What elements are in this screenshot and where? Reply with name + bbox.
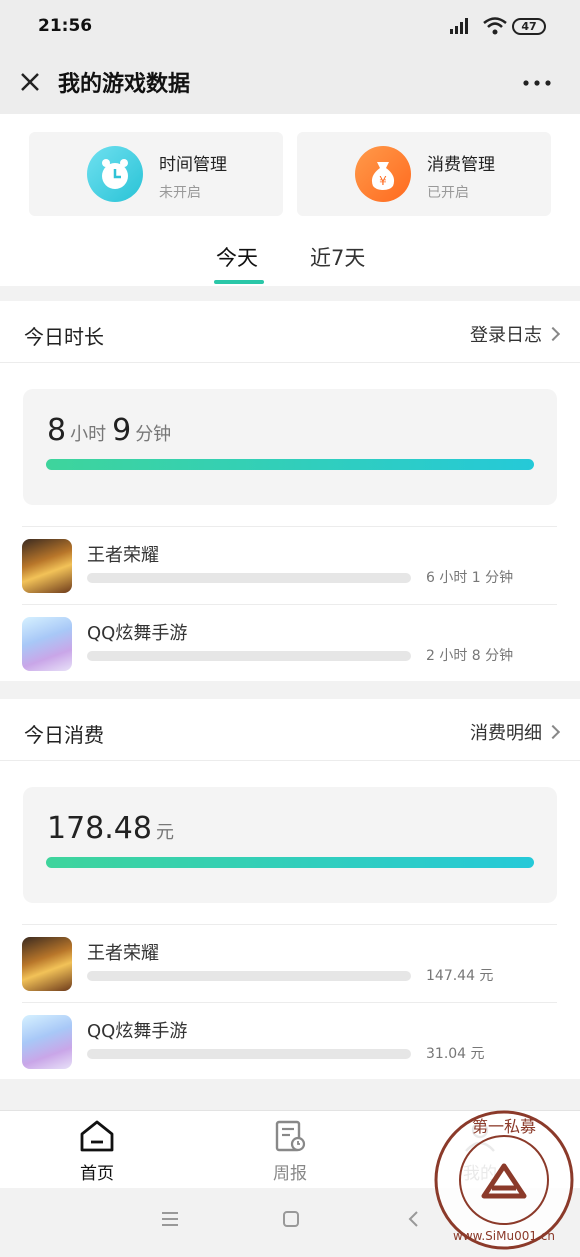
game-share-bar [87, 573, 411, 583]
profile-icon [465, 1121, 495, 1152]
active-tab-indicator [214, 280, 264, 284]
time-management-title: 时间管理 [159, 155, 227, 175]
duration-total-bar [46, 459, 534, 470]
title-bar: 我的游戏数据 [0, 56, 580, 114]
spend-unit: 元 [155, 822, 174, 843]
list-item[interactable]: QQ炫舞手游 2 小时 8 分钟 [22, 604, 557, 682]
home-button-icon[interactable] [281, 1210, 301, 1228]
time-management-status: 未开启 [159, 185, 201, 201]
spend-management-card[interactable]: ¥ 消费管理 已开启 [297, 132, 551, 216]
game-name: 王者荣耀 [87, 545, 159, 566]
home-icon [80, 1120, 114, 1152]
game-share-bar [87, 1049, 411, 1059]
honor-of-kings-app-icon [22, 539, 72, 593]
list-item[interactable]: QQ炫舞手游 31.04 元 [22, 1002, 557, 1080]
tab-weekly-report-label: 周报 [273, 1164, 307, 1184]
spend-management-status: 已开启 [427, 185, 469, 201]
tab-weekly-report[interactable]: 周报 [250, 1119, 330, 1184]
game-name: 王者荣耀 [87, 943, 159, 964]
duration-hours-unit: 小时 [70, 424, 107, 445]
bottom-tab-bar: 首页 周报 我的 [0, 1110, 580, 1188]
spend-details-label: 消费明细 [470, 723, 542, 744]
tab-mine[interactable]: 我的 [440, 1119, 520, 1184]
qq-dance-app-icon [22, 1015, 72, 1069]
duration-minutes: 9 [112, 413, 132, 448]
wifi-icon [483, 17, 507, 35]
management-cards: 时间管理 未开启 ¥ 消费管理 已开启 [0, 114, 580, 234]
tab-mine-label: 我的 [463, 1164, 497, 1184]
game-spend: 147.44 元 [426, 968, 494, 984]
status-time: 21:56 [38, 16, 93, 36]
menu-icon[interactable] [160, 1210, 180, 1228]
game-duration: 2 小时 8 分钟 [426, 648, 514, 664]
duration-section-title: 今日时长 [24, 325, 104, 349]
battery-indicator: 47 [512, 18, 546, 35]
game-share-bar [87, 971, 411, 981]
list-item[interactable]: 王者荣耀 6 小时 1 分钟 [22, 526, 557, 604]
game-duration: 6 小时 1 分钟 [426, 570, 514, 586]
more-options-icon[interactable] [522, 78, 552, 88]
chevron-right-icon [545, 724, 561, 740]
game-name: QQ炫舞手游 [87, 623, 188, 644]
alarm-clock-icon [87, 146, 143, 202]
today-spend-section: 今日消费 消费明细 178.48 元 王者荣耀 147.44 元 QQ炫舞手游 3… [0, 699, 580, 1079]
duration-total: 8 小时 9 分钟 [47, 413, 177, 448]
game-spend: 31.04 元 [426, 1046, 485, 1062]
qq-dance-app-icon [22, 617, 72, 671]
tab-last-7-days[interactable]: 近7天 [310, 242, 365, 272]
spend-section-title: 今日消费 [24, 723, 104, 747]
weekly-report-icon [275, 1120, 306, 1152]
game-name: QQ炫舞手游 [87, 1021, 188, 1042]
duration-hours: 8 [47, 413, 67, 448]
list-item[interactable]: 王者荣耀 147.44 元 [22, 924, 557, 1002]
duration-minutes-unit: 分钟 [135, 424, 172, 445]
spend-summary-card: 178.48 元 [23, 787, 557, 903]
spend-amount: 178.48 [47, 811, 152, 846]
cellular-signal-icon [450, 18, 468, 34]
tab-home[interactable]: 首页 [57, 1119, 137, 1184]
spend-section-header: 今日消费 消费明细 [0, 699, 580, 761]
page-title: 我的游戏数据 [58, 72, 191, 97]
tab-today[interactable]: 今天 [216, 242, 258, 272]
system-navigation-bar [0, 1188, 580, 1257]
spend-total-bar [46, 857, 534, 868]
time-management-card[interactable]: 时间管理 未开启 [29, 132, 283, 216]
period-tabs: 今天 近7天 [0, 234, 580, 286]
duration-summary-card: 8 小时 9 分钟 [23, 389, 557, 505]
duration-section-header: 今日时长 登录日志 [0, 301, 580, 363]
svg-text:¥: ¥ [379, 174, 387, 188]
spend-details-link[interactable]: 消费明细 [470, 719, 561, 745]
spend-management-title: 消费管理 [427, 155, 495, 175]
honor-of-kings-app-icon [22, 937, 72, 991]
login-log-label: 登录日志 [470, 325, 542, 346]
today-duration-section: 今日时长 登录日志 8 小时 9 分钟 王者荣耀 6 小时 1 分钟 QQ炫舞手游 2… [0, 301, 580, 681]
back-icon[interactable] [404, 1210, 424, 1228]
login-log-link[interactable]: 登录日志 [470, 321, 561, 347]
close-icon[interactable] [16, 68, 44, 96]
game-share-bar [87, 651, 411, 661]
chevron-right-icon [545, 326, 561, 342]
money-bag-icon: ¥ [355, 146, 411, 202]
tab-home-label: 首页 [80, 1164, 114, 1184]
spend-total: 178.48 元 [47, 811, 180, 846]
status-bar: 21:56 47 [0, 0, 580, 56]
